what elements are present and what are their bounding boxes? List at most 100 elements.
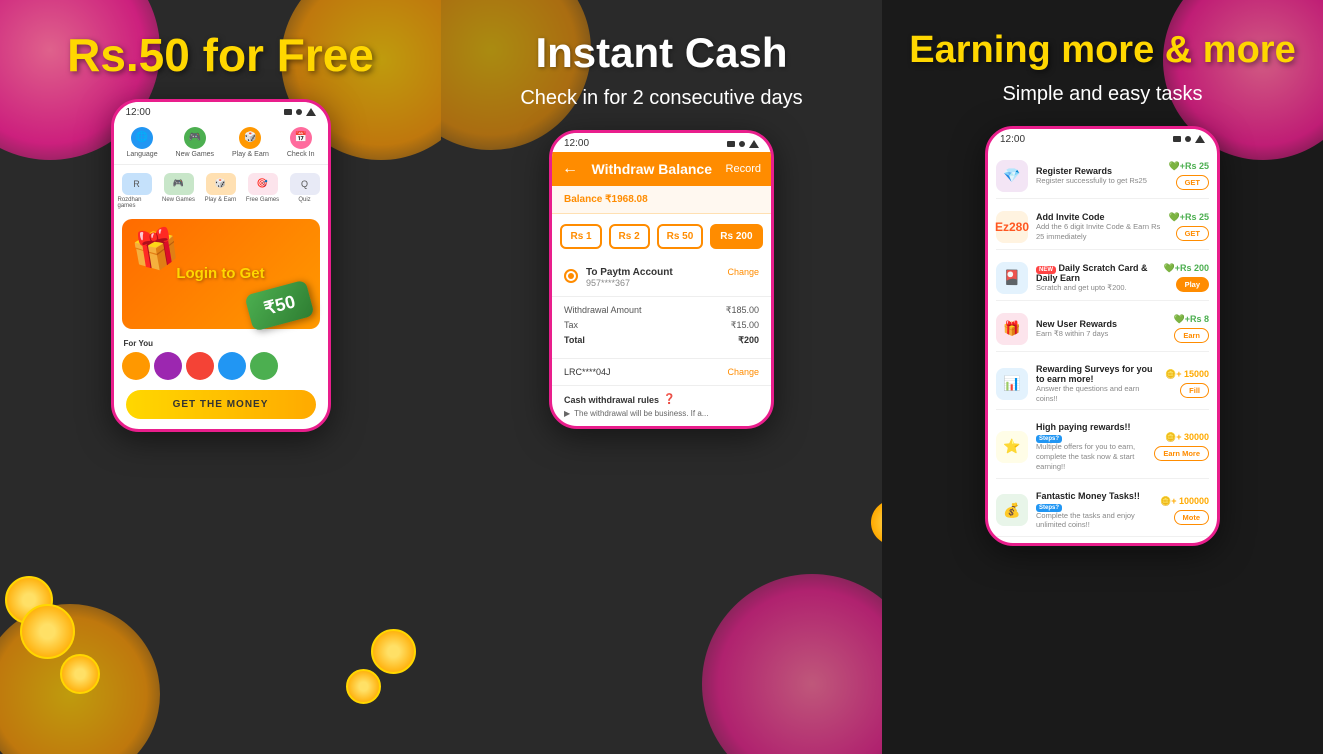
phone-1-topbar: 🌐 Language 🎮 New Games 🎲 Play & Earn 📅 C… — [114, 121, 328, 165]
get-money-button[interactable]: GET THE MONEY — [126, 390, 316, 419]
reward-btn-mote[interactable]: Mote — [1174, 510, 1210, 525]
reward-title: NEW Daily Scratch Card & Daily Earn — [1036, 263, 1156, 283]
amount-btn-1[interactable]: Rs 1 — [560, 224, 601, 249]
coin-decoration-5 — [346, 669, 381, 704]
amount-buttons: Rs 1 Rs 2 Rs 50 Rs 200 — [552, 214, 771, 259]
reward-right-scratch: 💚+Rs 200 Play — [1164, 263, 1209, 292]
balance-label: Balance — [564, 194, 602, 205]
new-games-icon: 🎮 — [184, 127, 206, 149]
topbar-icon-language[interactable]: 🌐 Language — [126, 127, 157, 158]
reward-btn-earn-1[interactable]: Earn — [1174, 328, 1209, 343]
coin-p2-2 — [871, 500, 882, 545]
bullet-icon: ▶ — [564, 409, 570, 418]
amount-btn-2[interactable]: Rs 2 — [609, 224, 650, 249]
reward-title: New User Rewards — [1036, 319, 1166, 329]
lrc-change-link[interactable]: Change — [727, 367, 759, 377]
reward-desc: Answer the questions and earn coins!! — [1036, 384, 1157, 404]
list-item: Ez280 Add Invite Code Add the 6 digit In… — [996, 205, 1209, 250]
phone-3-status-bar: 12:00 — [988, 129, 1217, 148]
reward-info-newuser: New User Rewards Earn ₹8 within 7 days — [1036, 319, 1166, 339]
phone-1-categories: R Rozdhan games 🎮 New Games 🎲 Play & Ear… — [114, 165, 328, 213]
paytm-change-link[interactable]: Change — [727, 267, 759, 277]
reward-right-newuser: 💚+Rs 8 Earn — [1174, 314, 1209, 343]
withdrawal-label: Withdrawal Amount — [564, 305, 642, 316]
rewards-list: 💎 Register Rewards Register successfully… — [988, 148, 1217, 543]
cat-newgames[interactable]: 🎮 New Games — [160, 173, 198, 209]
reward-btn-get-2[interactable]: GET — [1176, 226, 1209, 241]
reward-amount: 🪙+ 100000 — [1160, 496, 1209, 507]
phone-2: 12:00 ← Withdraw Balance Record Balance … — [549, 130, 774, 429]
reward-title: High paying rewards!! Steps? — [1036, 422, 1146, 442]
panel-3-subtitle: Simple and easy tasks — [909, 80, 1295, 108]
reward-btn-earnmore[interactable]: Earn More — [1154, 446, 1209, 461]
cat-freegames[interactable]: 🎯 Free Games — [244, 173, 282, 209]
reward-btn-fill[interactable]: Fill — [1180, 383, 1209, 398]
reward-info-invite: Add Invite Code Add the 6 digit Invite C… — [1036, 212, 1161, 242]
phone-2-header: ← Withdraw Balance Record — [552, 152, 771, 186]
reward-btn-play[interactable]: Play — [1176, 277, 1209, 292]
phone-1: 12:00 🌐 Language 🎮 New Games 🎲 — [111, 99, 331, 432]
total-row: Total ₹200 — [564, 335, 759, 346]
reward-info-register: Register Rewards Register successfully t… — [1036, 166, 1161, 186]
cat-rozdhan[interactable]: R Rozdhan games — [118, 173, 156, 209]
reward-title: Rewarding Surveys for you to earn more! — [1036, 364, 1157, 384]
phone-1-wrap: 12:00 🌐 Language 🎮 New Games 🎲 — [111, 99, 331, 432]
withdrawal-row: Withdrawal Amount ₹185.00 — [564, 305, 759, 316]
coin-decoration-4 — [371, 629, 416, 674]
tax-row: Tax ₹15.00 — [564, 320, 759, 331]
list-item: ⭐ High paying rewards!! Steps? Multiple … — [996, 416, 1209, 478]
status-time-3: 12:00 — [1000, 134, 1025, 145]
panel-1: Rs.50 for Free 12:00 🌐 Language 🎮 — [0, 0, 441, 754]
topbar-icon-playearn[interactable]: 🎲 Play & Earn — [232, 127, 269, 158]
tax-label: Tax — [564, 320, 578, 331]
topbar-icon-checkin[interactable]: 📅 Check In — [287, 127, 315, 158]
total-value: ₹200 — [738, 335, 759, 346]
status-time-2: 12:00 — [564, 138, 589, 149]
amount-btn-200[interactable]: Rs 200 — [710, 224, 762, 249]
amount-btn-50[interactable]: Rs 50 — [657, 224, 704, 249]
avatar-2 — [154, 352, 182, 380]
phone-3: 12:00 💎 Register Rewards Register succes… — [985, 126, 1220, 546]
phone-2-wrap: 12:00 ← Withdraw Balance Record Balance … — [549, 130, 774, 429]
back-button[interactable]: ← — [562, 160, 578, 178]
total-label: Total — [564, 335, 585, 346]
coin-decoration-1 — [20, 604, 75, 659]
avatar-3 — [186, 352, 214, 380]
wifi-icon — [296, 109, 302, 115]
paytm-radio[interactable] — [564, 269, 578, 283]
battery-icon-3 — [1195, 135, 1205, 143]
topbar-icon-newgames[interactable]: 🎮 New Games — [176, 127, 215, 158]
reward-desc: Complete the tasks and enjoy unlimited c… — [1036, 511, 1152, 531]
reward-amount: 🪙+ 30000 — [1165, 432, 1209, 443]
reward-icon-highpay: ⭐ — [996, 431, 1028, 463]
reward-right-surveys: 🪙+ 15000 Fill — [1165, 369, 1209, 398]
reward-title: Register Rewards — [1036, 166, 1161, 176]
header-record[interactable]: Record — [726, 163, 761, 175]
reward-icon-scratch: 🎴 — [996, 262, 1028, 294]
avatar-1 — [122, 352, 150, 380]
panel-2: Instant Cash Check in for 2 consecutive … — [441, 0, 882, 754]
cash-rule-1: ▶ The withdrawal will be business. If a.… — [564, 409, 759, 418]
panel-2-heading: Instant Cash Check in for 2 consecutive … — [505, 30, 817, 112]
login-text: Login to Get — [176, 265, 264, 282]
reward-title: Fantastic Money Tasks!! Steps? — [1036, 491, 1152, 511]
list-item: 📊 Rewarding Surveys for you to earn more… — [996, 358, 1209, 411]
reward-amount: 💚+Rs 25 — [1169, 212, 1209, 223]
reward-info-scratch: NEW Daily Scratch Card & Daily Earn Scra… — [1036, 263, 1156, 293]
cash-rules-section: Cash withdrawal rules ❓ ▶ The withdrawal… — [552, 386, 771, 426]
cat-playearn-icon: 🎲 — [206, 173, 236, 195]
rs50-note: ₹50 — [248, 287, 311, 324]
reward-btn-get-1[interactable]: GET — [1176, 175, 1209, 190]
cat-quiz-icon: Q — [290, 173, 320, 195]
reward-info-highpay: High paying rewards!! Steps? Multiple of… — [1036, 422, 1146, 471]
paytm-number: 957****367 — [586, 278, 719, 288]
phone-3-wrap: 12:00 💎 Register Rewards Register succes… — [985, 126, 1220, 546]
cat-newgames-icon: 🎮 — [164, 173, 194, 195]
phone-1-status-bar: 12:00 — [114, 102, 328, 121]
language-icon: 🌐 — [131, 127, 153, 149]
cat-playearn[interactable]: 🎲 Play & Earn — [202, 173, 240, 209]
cat-quiz[interactable]: Q Quiz — [286, 173, 324, 209]
reward-info-surveys: Rewarding Surveys for you to earn more! … — [1036, 364, 1157, 404]
status-icons-3 — [1173, 135, 1205, 143]
reward-desc: Multiple offers for you to earn, complet… — [1036, 442, 1146, 471]
